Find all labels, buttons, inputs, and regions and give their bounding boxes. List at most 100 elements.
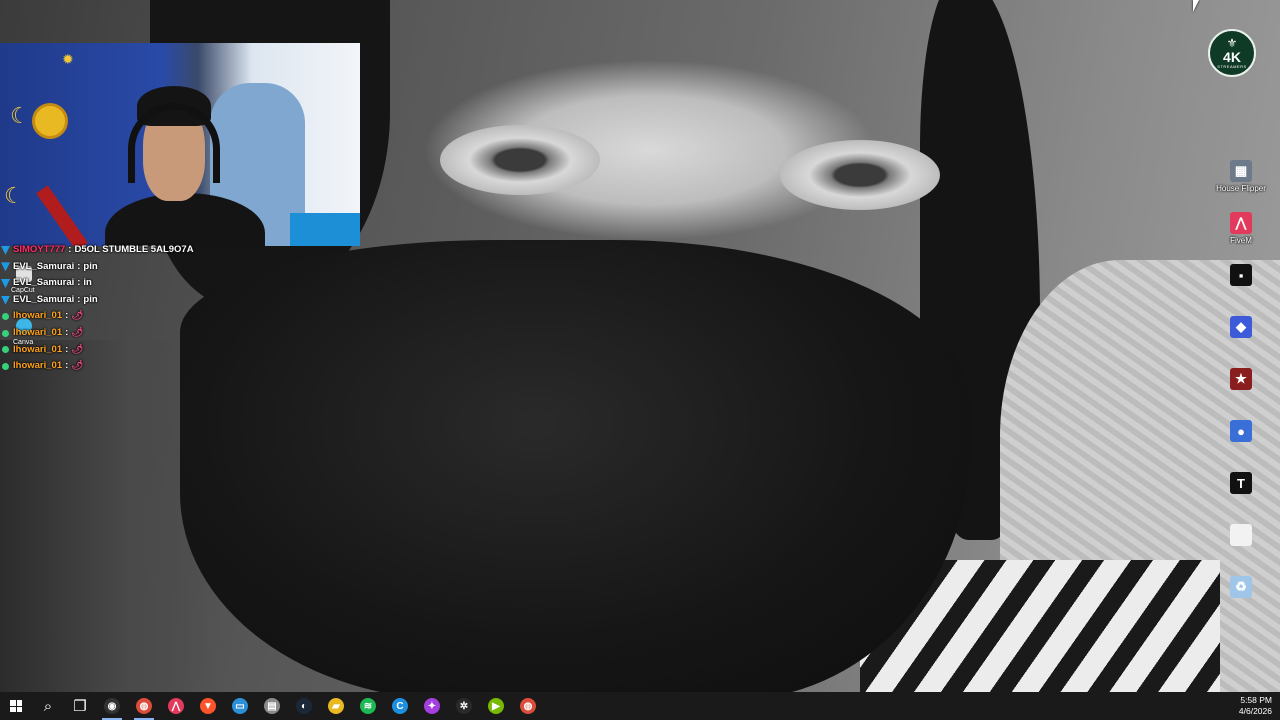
chat-separator: :: [68, 244, 72, 255]
chat-message: SIMOYT777: D5OL STUMBLE 5AL9O7A: [0, 242, 300, 259]
taskbar-steelseries-button[interactable]: ✲: [448, 692, 480, 720]
user-badge-icon: [2, 329, 9, 337]
chat-username: EVL_Samurai: [13, 260, 75, 272]
taskbar-app-blue-button[interactable]: ▭: [224, 692, 256, 720]
taskbar-file-explorer-button[interactable]: ▰: [320, 692, 352, 720]
chrome-2-icon: ◍: [520, 698, 536, 714]
wallpaper-eye-right: [780, 140, 940, 210]
chat-separator: :: [77, 277, 81, 289]
chat-text: 🌶: [71, 360, 84, 372]
brave-icon: ▼: [200, 698, 216, 714]
messenger-icon: ✦: [424, 698, 440, 714]
logo-subtext: STREAMERS: [1217, 64, 1247, 69]
file-explorer-icon: ▰: [328, 698, 344, 714]
taskbar-cursor-app-button[interactable]: C: [384, 692, 416, 720]
stumble-guys-icon: ◆: [1230, 316, 1252, 338]
chat-username: EVL_Samurai: [13, 293, 75, 305]
chat-text: 🌶: [71, 310, 84, 322]
file-icon: [1230, 524, 1252, 546]
webcam-overlay: ☾ ☾ ✹: [0, 43, 360, 246]
tradingview-icon: T: [1230, 472, 1252, 494]
chat-separator: :: [65, 360, 69, 372]
taskbar-obs-button[interactable]: ◉: [96, 692, 128, 720]
chat-message: EVL_Samurai: pin: [0, 259, 300, 276]
fivem-icon: ⋀: [1230, 212, 1252, 234]
4k-streamers-logo: ⚜ 4K STREAMERS: [1208, 29, 1256, 77]
obs-icon: ◉: [104, 698, 120, 714]
taskbar-steam-button[interactable]: ◐: [288, 692, 320, 720]
desktop-icon-label: FiveM: [1230, 236, 1252, 245]
chat-separator: :: [77, 293, 81, 305]
app-black-icon: ▪: [1230, 264, 1252, 286]
wall-clock: [32, 103, 68, 139]
nvidia-icon: ▶: [488, 698, 504, 714]
desktop-icon-app-black[interactable]: ▪: [1216, 264, 1266, 286]
taskbar-messenger-button[interactable]: ✦: [416, 692, 448, 720]
chat-username: lhowari_01: [13, 310, 63, 322]
desktop-icon-house-flipper[interactable]: ▦ House Flipper: [1216, 160, 1266, 194]
user-badge-icon: [2, 346, 9, 354]
moderator-badge-icon: [1, 245, 10, 255]
chat-separator: :: [77, 260, 81, 272]
chat-text: 🌶: [71, 326, 84, 338]
location-app-icon: ●: [1230, 420, 1252, 442]
taskbar-start-button[interactable]: [0, 692, 32, 720]
desktop-icon-file[interactable]: [1216, 524, 1266, 546]
taskbar-chrome-2-button[interactable]: ◍: [512, 692, 544, 720]
desktop-icon-label: House Flipper: [1216, 184, 1266, 193]
chat-text: in: [83, 277, 92, 289]
chat-separator: :: [65, 326, 69, 338]
clock-time: 5:58 PM: [1240, 695, 1272, 705]
app-gray-icon: ▤: [264, 698, 280, 714]
star-decoration: ✹: [62, 51, 74, 67]
moderator-badge-icon: [1, 278, 10, 288]
desktop-icon-red-dead[interactable]: ★: [1216, 368, 1266, 390]
app-blue-icon: ▭: [232, 698, 248, 714]
wallpaper-eye-left: [440, 125, 600, 195]
eagle-icon: ⚜: [1226, 36, 1238, 50]
chat-text: pin: [83, 260, 98, 272]
moderator-badge-icon: [1, 295, 10, 305]
user-badge-icon: [2, 362, 9, 370]
recycle-bin-icon: ♻: [1230, 576, 1252, 598]
mouse-cursor: [1193, 0, 1199, 12]
desktop-icon-tradingview[interactable]: T: [1216, 472, 1266, 494]
chat-username: EVL_Samurai: [13, 277, 75, 289]
house-flipper-icon: ▦: [1230, 160, 1252, 182]
desktop-icon-location-app[interactable]: ●: [1216, 420, 1266, 442]
desktop-icon-stumble-guys[interactable]: ◆: [1216, 316, 1266, 338]
taskbar-search-button[interactable]: ⌕: [32, 692, 64, 720]
chat-text: D5OL STUMBLE 5AL9O7A: [74, 244, 194, 255]
chat-username: lhowari_01: [13, 343, 63, 355]
cursor-app-icon: C: [392, 698, 408, 714]
chat-message: lhowari_01: 🌶: [0, 358, 300, 375]
steelseries-icon: ✲: [456, 698, 472, 714]
steam-icon: ◐: [296, 698, 312, 714]
chat-message: EVL_Samurai: in: [0, 275, 300, 292]
chat-text: 🌶: [71, 343, 84, 355]
taskbar-task-view-button[interactable]: ❐: [64, 692, 96, 720]
system-clock[interactable]: 5:58 PM 4/6/2026: [1239, 692, 1272, 720]
user-badge-icon: [2, 313, 9, 321]
desktop-icon-recycle-bin[interactable]: ♻: [1216, 576, 1266, 598]
taskbar-chrome-button[interactable]: ◍: [128, 692, 160, 720]
red-dead-icon: ★: [1230, 368, 1252, 390]
chat-message: lhowari_01: 🌶: [0, 308, 300, 325]
desktop-icon-fivem[interactable]: ⋀ FiveM: [1216, 212, 1266, 246]
taskbar-app-gray-button[interactable]: ▤: [256, 692, 288, 720]
chrome-icon: ◍: [136, 698, 152, 714]
moon-decoration: ☾: [10, 103, 30, 128]
desk: [290, 213, 360, 246]
taskbar-brave-button[interactable]: ▼: [192, 692, 224, 720]
search-icon: ⌕: [43, 697, 53, 715]
chat-text: pin: [83, 293, 98, 305]
taskbar-nvidia-button[interactable]: ▶: [480, 692, 512, 720]
spotify-icon: ≋: [360, 698, 376, 714]
chat-message: lhowari_01: 🌶: [0, 342, 300, 359]
fivem-icon: ⋀: [168, 698, 184, 714]
taskbar-spotify-button[interactable]: ≋: [352, 692, 384, 720]
chat-message: lhowari_01: 🌶: [0, 325, 300, 342]
chat-username: SIMOYT777: [13, 244, 66, 255]
taskbar-fivem-button[interactable]: ⋀: [160, 692, 192, 720]
moderator-badge-icon: [1, 262, 10, 272]
